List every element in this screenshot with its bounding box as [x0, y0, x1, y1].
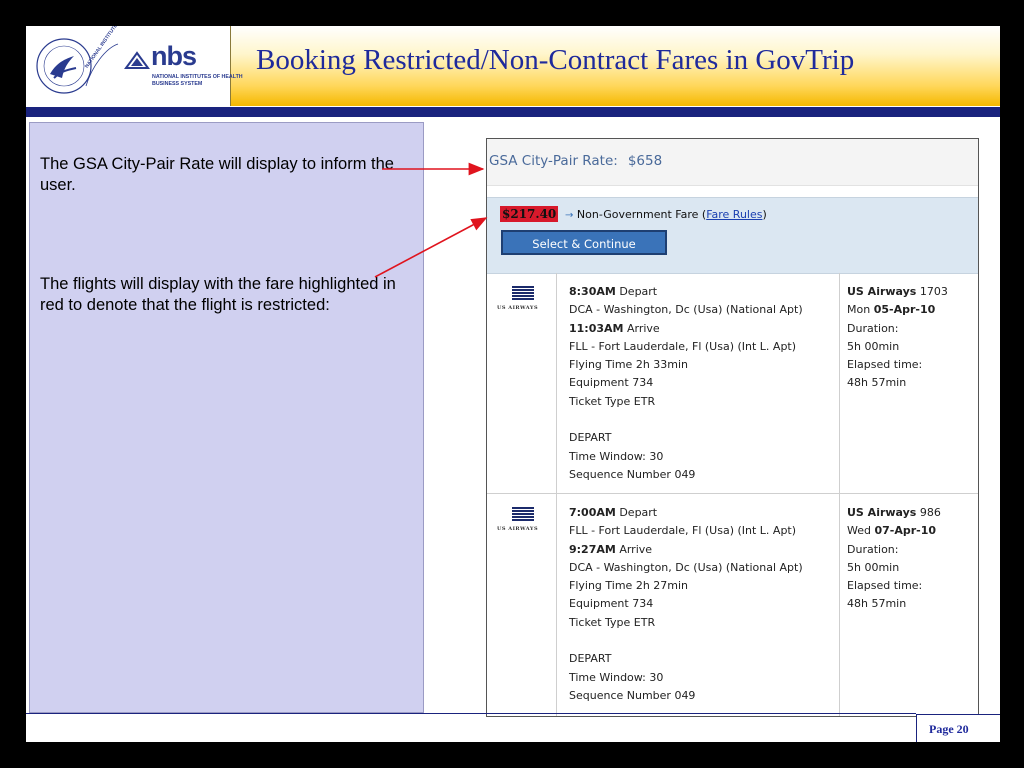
slide: NATIONAL INSTITUTES OF HEALTH nbs NATION…: [26, 26, 1000, 742]
page-number: Page 20: [929, 722, 969, 736]
page-number-box: Page 20: [916, 714, 1000, 742]
footer-divider: [26, 713, 916, 714]
fare-callout-arrow: [374, 217, 488, 278]
callout-arrows: [374, 162, 488, 278]
